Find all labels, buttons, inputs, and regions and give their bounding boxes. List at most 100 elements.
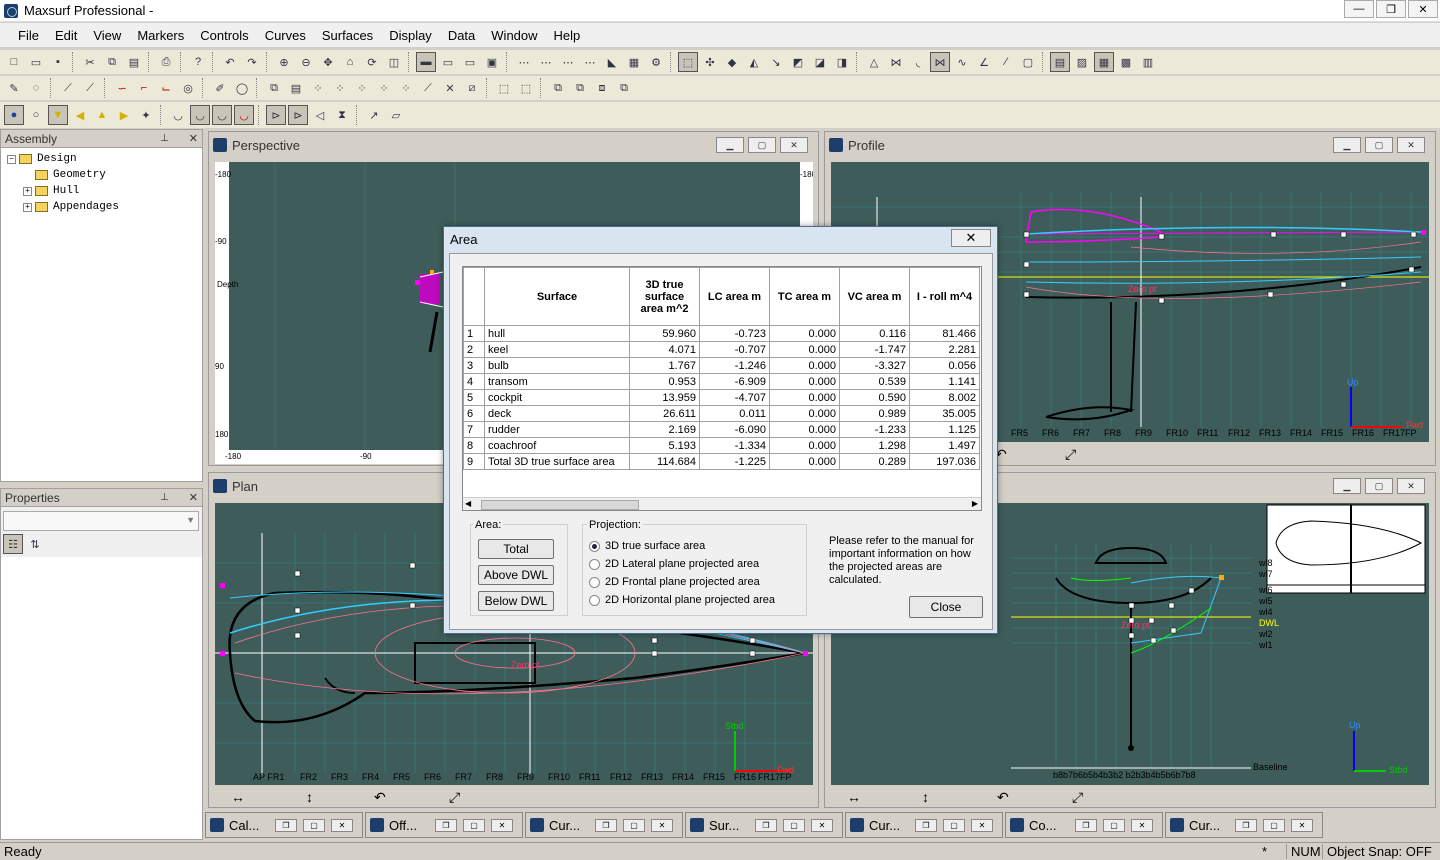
- scroll-right-icon[interactable]: ▶: [972, 499, 978, 508]
- points-4-icon[interactable]: ⁘: [374, 78, 394, 98]
- pin-icon[interactable]: ⊥: [160, 492, 169, 503]
- categorized-icon[interactable]: ☷: [3, 534, 23, 554]
- redo-icon[interactable]: ↷: [242, 52, 262, 72]
- copy-icon[interactable]: ⧉: [102, 52, 122, 72]
- lamp-icon[interactable]: ▼: [48, 105, 68, 125]
- table-row[interactable]: 4 transom 0.953 -6.909 0.000 0.539 1.141: [463, 373, 980, 390]
- new-icon[interactable]: □: [4, 52, 24, 72]
- col-header[interactable]: Surface: [484, 267, 630, 326]
- points-5-icon[interactable]: ⁘: [396, 78, 416, 98]
- arrow-icon[interactable]: ↗: [364, 105, 384, 125]
- min-button[interactable]: ▁: [1333, 137, 1361, 153]
- shape-icon[interactable]: ▱: [386, 105, 406, 125]
- box-icon[interactable]: ▢: [1018, 52, 1038, 72]
- restore-icon[interactable]: ❐: [915, 818, 937, 832]
- paste-2-icon[interactable]: ▤: [286, 78, 306, 98]
- radio-3d-true[interactable]: 3D true surface area: [589, 537, 775, 555]
- pan-horizontal-icon[interactable]: ↔: [847, 789, 922, 805]
- col-header[interactable]: TC area m: [769, 267, 840, 326]
- menu-curves[interactable]: Curves: [257, 28, 314, 43]
- curve-icon[interactable]: ◟: [908, 52, 928, 72]
- close-icon[interactable]: ✕: [651, 818, 673, 832]
- panel-close-icon[interactable]: ✕: [189, 132, 198, 145]
- tree-item-design[interactable]: − Design: [7, 151, 202, 167]
- col-header[interactable]: VC area m: [839, 267, 910, 326]
- radio-icon[interactable]: [589, 594, 600, 606]
- restore-button[interactable]: ❐: [1376, 0, 1406, 18]
- task-item[interactable]: Cur... ❐ ▢ ✕: [845, 812, 1003, 838]
- zoom-window-icon[interactable]: ⤢: [1072, 789, 1083, 806]
- rotate-view-icon[interactable]: ↶: [374, 789, 449, 806]
- menu-display[interactable]: Display: [381, 28, 440, 43]
- wand-2-icon[interactable]: ⟋: [80, 78, 100, 98]
- sort-alpha-icon[interactable]: ⇅: [25, 534, 45, 554]
- copy-2-icon[interactable]: ⧉: [264, 78, 284, 98]
- eraser-icon[interactable]: ◌: [26, 78, 46, 98]
- table-row[interactable]: 7 rudder 2.169 -6.090 0.000 -1.233 1.125: [463, 421, 980, 438]
- task-item[interactable]: Cur... ❐ ▢ ✕: [1165, 812, 1323, 838]
- max-icon[interactable]: ▢: [943, 818, 965, 832]
- light-4-icon[interactable]: ✦: [136, 105, 156, 125]
- tree-item-appendages[interactable]: + Appendages: [7, 199, 202, 215]
- scrollbar-thumb[interactable]: [481, 500, 639, 510]
- layers-1-icon[interactable]: ⧉: [548, 78, 568, 98]
- frame-2-icon[interactable]: ⬚: [516, 78, 536, 98]
- min-button[interactable]: ▁: [1333, 478, 1361, 494]
- restore-icon[interactable]: ❐: [755, 818, 777, 832]
- tree-item-hull[interactable]: + Hull: [7, 183, 202, 199]
- hull-1-icon[interactable]: ◡: [168, 105, 188, 125]
- points-2-icon[interactable]: ⁘: [330, 78, 350, 98]
- net-icon[interactable]: ⋈: [930, 52, 950, 72]
- table-row[interactable]: 6 deck 26.611 0.011 0.000 0.989 35.005: [463, 405, 980, 422]
- table-icon[interactable]: ▦: [624, 52, 644, 72]
- max-button[interactable]: ▢: [748, 137, 776, 153]
- table-row[interactable]: 1 hull 59.960 -0.723 0.000 0.116 81.466: [463, 325, 980, 342]
- hull-7-icon[interactable]: ◁: [310, 105, 330, 125]
- close-icon[interactable]: ✕: [971, 818, 993, 832]
- render-1-icon[interactable]: ▤: [1050, 52, 1070, 72]
- menu-surfaces[interactable]: Surfaces: [314, 28, 381, 43]
- wand-icon[interactable]: ⟋: [58, 78, 78, 98]
- radio-icon[interactable]: [589, 558, 600, 570]
- points-3-icon[interactable]: ⁘: [352, 78, 372, 98]
- table-row[interactable]: 5 cockpit 13.959 -4.707 0.000 0.590 8.002: [463, 389, 980, 406]
- close-icon[interactable]: ✕: [331, 818, 353, 832]
- restore-icon[interactable]: ❐: [275, 818, 297, 832]
- save-icon[interactable]: ▪: [48, 52, 68, 72]
- zoom-out-icon[interactable]: ⊖: [296, 52, 316, 72]
- max-icon[interactable]: ▢: [623, 818, 645, 832]
- curve-red-3-icon[interactable]: ⌙: [156, 78, 176, 98]
- triangle-icon[interactable]: △: [864, 52, 884, 72]
- menu-view[interactable]: View: [85, 28, 129, 43]
- rotate-icon[interactable]: ⟳: [362, 52, 382, 72]
- dialog-close-icon[interactable]: ✕: [951, 229, 991, 247]
- render-2-icon[interactable]: ▨: [1072, 52, 1092, 72]
- above-dwl-button[interactable]: Above DWL: [478, 565, 554, 585]
- cross-icon[interactable]: ✕: [440, 78, 460, 98]
- grid-4-icon[interactable]: ⋯: [580, 52, 600, 72]
- angle-icon[interactable]: ∠: [974, 52, 994, 72]
- rotate-view-icon[interactable]: ↶: [995, 446, 1065, 463]
- restore-icon[interactable]: ❐: [435, 818, 457, 832]
- hull-2-icon[interactable]: ◡: [190, 105, 210, 125]
- settings-icon[interactable]: ⚙: [646, 52, 666, 72]
- mesh-icon[interactable]: ⋈: [886, 52, 906, 72]
- hull-5-icon[interactable]: ⊳: [266, 105, 286, 125]
- radio-selected-icon[interactable]: [589, 540, 600, 552]
- light-1-icon[interactable]: ◀: [70, 105, 90, 125]
- menu-data[interactable]: Data: [440, 28, 483, 43]
- close-icon[interactable]: ✕: [1291, 818, 1313, 832]
- points-1-icon[interactable]: ⁘: [308, 78, 328, 98]
- home-icon[interactable]: ⌂: [340, 52, 360, 72]
- frame-1-icon[interactable]: ⬚: [494, 78, 514, 98]
- max-icon[interactable]: ▢: [783, 818, 805, 832]
- cut-icon[interactable]: ✂: [80, 52, 100, 72]
- render-4-icon[interactable]: ▩: [1116, 52, 1136, 72]
- restore-icon[interactable]: ❐: [1075, 818, 1097, 832]
- task-item[interactable]: Co... ❐ ▢ ✕: [1005, 812, 1163, 838]
- radio-2d-lateral[interactable]: 2D Lateral plane projected area: [589, 555, 775, 573]
- table-row[interactable]: 3 bulb 1.767 -1.246 0.000 -3.327 0.056: [463, 357, 980, 374]
- grid-1-icon[interactable]: ⋯: [514, 52, 534, 72]
- view-mode-4-icon[interactable]: ▣: [482, 52, 502, 72]
- task-item[interactable]: Off... ❐ ▢ ✕: [365, 812, 523, 838]
